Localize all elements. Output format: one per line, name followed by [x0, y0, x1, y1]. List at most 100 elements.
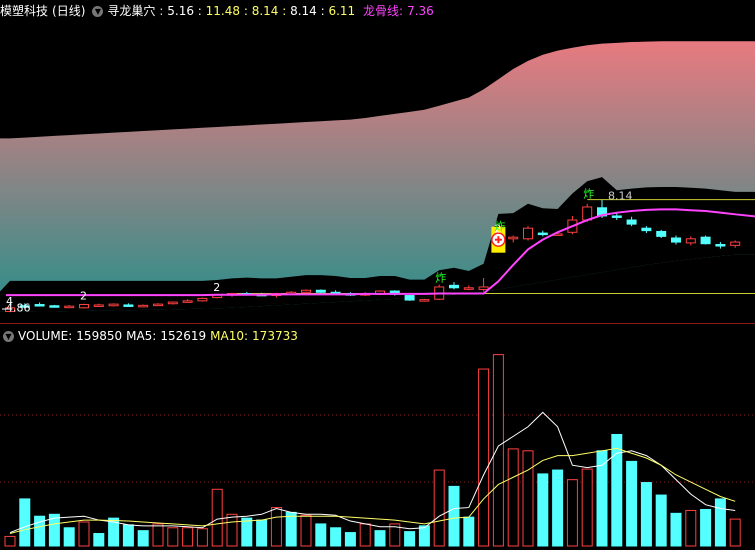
volume-bar	[63, 527, 75, 547]
volume-bar	[152, 523, 164, 547]
volume-bar	[137, 530, 149, 547]
volume-bar	[714, 498, 726, 547]
volume-bar	[552, 469, 564, 547]
volume-bar	[611, 433, 623, 547]
volume-bar	[566, 479, 578, 547]
dragon-line-label: 龙骨线:	[363, 4, 404, 18]
indicator-value-4: 6.11	[328, 4, 360, 18]
volume-bar	[256, 519, 268, 547]
volume-bar	[167, 527, 179, 547]
stock-name: 模塑科技	[0, 4, 49, 18]
candle-body	[656, 230, 667, 237]
volume-bar	[507, 448, 519, 547]
ma10-label: MA10:	[210, 329, 249, 343]
chevron-down-icon[interactable]: ▼	[3, 331, 14, 342]
volume-bar	[359, 523, 371, 547]
volume-bar	[478, 368, 490, 547]
candle-body	[49, 305, 60, 308]
candle-body	[315, 289, 326, 293]
volume-bar	[626, 460, 638, 547]
chart-label-2: 2	[80, 290, 87, 303]
panel-divider	[0, 323, 755, 324]
volume-bar	[270, 507, 282, 547]
candle-body	[79, 304, 89, 309]
volume-bar	[492, 354, 504, 547]
volume-panel-header: ▼ VOLUME: 159850 MA5: 152619 MA10: 173733	[0, 327, 755, 345]
ma5-value: 152619	[160, 329, 207, 343]
volume-chart[interactable]	[0, 345, 755, 547]
volume-bar	[182, 527, 194, 547]
candle-body	[167, 301, 178, 305]
period-label: (日线)	[52, 4, 86, 18]
indicator-value-3: 8.14 :	[290, 4, 329, 18]
indicator-name: 寻龙巢穴	[107, 4, 156, 18]
volume-bar	[196, 528, 208, 547]
volume-bar	[685, 509, 697, 547]
candle-body	[419, 299, 430, 302]
candle-body	[449, 284, 459, 289]
price-chart[interactable]: 4.864 22炸2炸炸 8.14	[0, 20, 755, 318]
chart-label-1: 4	[6, 295, 13, 308]
volume-bar	[226, 513, 238, 547]
volume-bar	[404, 531, 416, 547]
volume-bar	[729, 518, 741, 547]
candle-body	[685, 238, 696, 244]
volume-bar	[241, 517, 253, 547]
candle-body	[34, 304, 45, 307]
candle-body	[626, 219, 637, 225]
volume-bar	[285, 511, 297, 547]
volume-bar	[640, 482, 652, 547]
candle-body	[478, 286, 489, 290]
indicator-value-1: 11.48 :	[205, 4, 252, 18]
candle-body	[197, 297, 208, 302]
chart-label-8: 8.14	[608, 190, 633, 203]
candle-body	[138, 304, 149, 308]
indicator-value-2: 8.14 :	[251, 4, 291, 18]
candle-body	[463, 287, 474, 290]
chart-label-7: 炸	[583, 188, 594, 201]
chart-label-6: 炸	[494, 220, 505, 233]
candle-body	[730, 241, 741, 246]
volume-bar	[330, 527, 342, 547]
price-panel-header: 模塑科技 (日线) ▼ 寻龙巢穴: 5.16 : 11.48 : 8.14 : 8.1…	[0, 2, 755, 20]
volume-bar	[537, 473, 549, 547]
candle-body	[182, 300, 193, 303]
candle-body	[715, 244, 726, 247]
volume-bar	[93, 533, 105, 547]
volume-bar	[300, 514, 312, 547]
candle-body	[153, 303, 163, 307]
channel-band	[0, 41, 755, 312]
volume-bar	[433, 469, 445, 547]
candle-body	[108, 303, 119, 307]
chevron-down-icon[interactable]: ▼	[92, 6, 104, 17]
ma10-value: 173733	[252, 329, 298, 343]
volume-label: VOLUME:	[18, 329, 73, 343]
candle-body	[641, 227, 652, 232]
candle-body	[700, 236, 711, 245]
volume-bar	[522, 450, 534, 547]
volume-bar	[211, 488, 223, 547]
volume-bar	[78, 521, 90, 547]
volume-value: 159850	[76, 329, 123, 343]
volume-bar	[670, 512, 682, 547]
volume-bar	[463, 516, 475, 547]
candle-body	[64, 305, 75, 309]
volume-bar	[374, 530, 386, 547]
candle-body	[404, 295, 415, 301]
volume-bar	[418, 525, 430, 547]
volume-bar	[19, 498, 31, 547]
dragon-line-value: 7.36	[407, 4, 434, 18]
volume-bar	[700, 508, 712, 547]
volume-bar	[315, 523, 327, 547]
candle-body	[93, 304, 104, 307]
chart-label-3: 2	[213, 281, 220, 294]
indicator-values: : 5.16 : 11.48 : 8.14 : 8.14 : 6.11	[159, 4, 360, 18]
candle-body	[537, 232, 548, 236]
volume-bar	[655, 494, 667, 547]
volume-bar	[581, 468, 593, 547]
candle-body	[523, 227, 533, 240]
candle-body	[301, 289, 311, 293]
candle-body	[508, 236, 519, 240]
volume-bar	[122, 524, 134, 547]
volume-bar	[448, 485, 460, 547]
